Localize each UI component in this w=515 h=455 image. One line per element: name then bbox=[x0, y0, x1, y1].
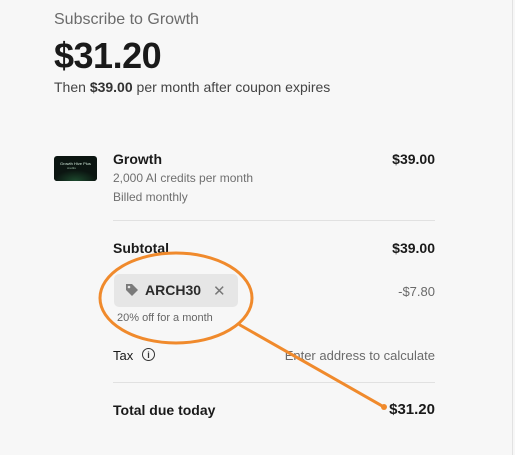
total-value: $31.20 bbox=[389, 401, 435, 418]
renewal-note: Then $39.00 per month after coupon expir… bbox=[54, 79, 330, 95]
renewal-amount: $39.00 bbox=[89, 79, 133, 95]
tag-icon bbox=[126, 284, 138, 296]
renewal-prefix: Then bbox=[54, 79, 90, 95]
divider bbox=[113, 382, 435, 383]
billing-period: Billed monthly bbox=[113, 190, 188, 204]
total-label: Total due today bbox=[113, 402, 216, 418]
product-price: $39.00 bbox=[392, 151, 435, 167]
annotation-arrow-dot bbox=[381, 404, 387, 410]
subscribe-title: Subscribe to Growth bbox=[54, 11, 199, 28]
subtotal-label: Subtotal bbox=[113, 240, 169, 256]
renewal-suffix: per month after coupon expires bbox=[132, 79, 331, 95]
subtotal-value: $39.00 bbox=[392, 240, 435, 256]
close-icon[interactable]: ✕ bbox=[213, 282, 226, 300]
thumbnail-glow bbox=[54, 170, 97, 181]
coupon-code: ARCH30 bbox=[145, 282, 202, 298]
tax-value: Enter address to calculate bbox=[284, 348, 435, 363]
thumbnail-subtext: credits bbox=[67, 166, 76, 170]
product-description: 2,000 AI credits per month bbox=[113, 171, 254, 185]
tax-label: Tax bbox=[113, 348, 134, 363]
coupon-description: 20% off for a month bbox=[117, 312, 213, 324]
coupon-chip: ARCH30 ✕ bbox=[114, 274, 238, 307]
product-name: Growth bbox=[113, 151, 162, 167]
discount-value: -$7.80 bbox=[398, 284, 435, 299]
info-icon[interactable]: i bbox=[142, 348, 155, 361]
divider bbox=[113, 220, 435, 221]
panel-divider bbox=[512, 0, 513, 455]
product-thumbnail: Growth Hive Plus credits bbox=[54, 156, 97, 181]
annotation-arrow-line bbox=[238, 323, 386, 409]
price-today: $31.20 bbox=[54, 35, 162, 76]
